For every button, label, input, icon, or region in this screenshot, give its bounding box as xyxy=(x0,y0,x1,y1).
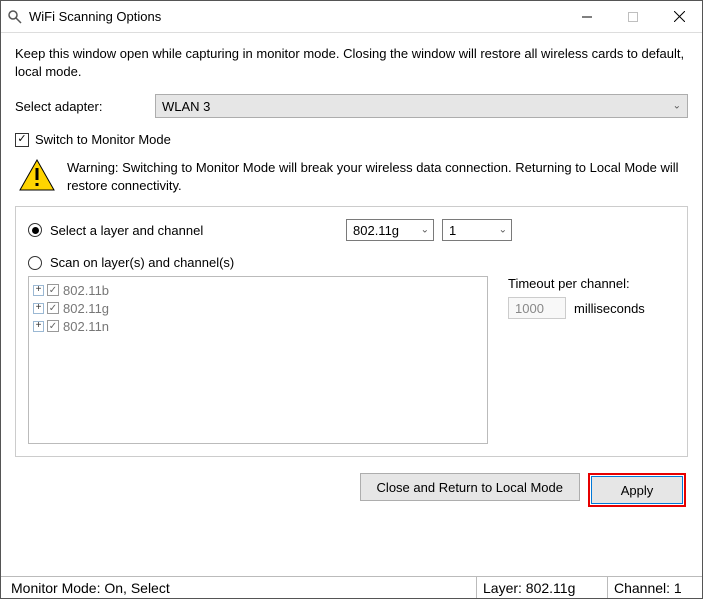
tree-item[interactable]: + ✓ 802.11g xyxy=(33,299,483,317)
adapter-label: Select adapter: xyxy=(15,99,155,114)
scan-config-row: + ✓ 802.11b + ✓ 802.11g + ✓ 802.11n xyxy=(28,276,675,444)
chevron-down-icon: ⌄ xyxy=(673,101,681,112)
radio-select-label: Select a layer and channel xyxy=(50,223,346,238)
timeout-unit: milliseconds xyxy=(574,301,645,316)
status-mode: Monitor Mode: On, Select xyxy=(5,577,176,598)
close-return-label: Close and Return to Local Mode xyxy=(377,480,563,495)
tree-checkbox[interactable]: ✓ xyxy=(47,320,59,332)
chevron-down-icon: ⌄ xyxy=(499,225,507,236)
adapter-select[interactable]: WLAN 3 ⌄ xyxy=(155,94,688,118)
layer-value: 802.11g xyxy=(353,223,399,238)
timeout-label: Timeout per channel: xyxy=(508,276,645,291)
apply-button[interactable]: Apply xyxy=(591,476,683,504)
close-window-button[interactable] xyxy=(656,1,702,33)
tree-item-label: 802.11n xyxy=(63,319,109,334)
expand-icon[interactable]: + xyxy=(33,303,44,314)
help-text: Keep this window open while capturing in… xyxy=(15,45,688,80)
wifi-scanning-window: WiFi Scanning Options Keep this window o… xyxy=(0,0,703,599)
apply-label: Apply xyxy=(621,483,654,498)
adapter-value: WLAN 3 xyxy=(162,99,210,114)
tree-item[interactable]: + ✓ 802.11n xyxy=(33,317,483,335)
expand-icon[interactable]: + xyxy=(33,285,44,296)
button-row: Close and Return to Local Mode Apply xyxy=(15,473,688,507)
tree-checkbox[interactable]: ✓ xyxy=(47,284,59,296)
layer-tree[interactable]: + ✓ 802.11b + ✓ 802.11g + ✓ 802.11n xyxy=(28,276,488,444)
channel-value: 1 xyxy=(449,223,456,238)
warning-row: Warning: Switching to Monitor Mode will … xyxy=(19,159,688,194)
timeout-input: 1000 xyxy=(508,297,566,319)
radio-select-layer[interactable] xyxy=(28,223,42,237)
layer-select[interactable]: 802.11g ⌄ xyxy=(346,219,434,241)
adapter-row: Select adapter: WLAN 3 ⌄ xyxy=(15,94,688,118)
radio-scan-layers[interactable] xyxy=(28,256,42,270)
maximize-button xyxy=(610,1,656,33)
chevron-down-icon: ⌄ xyxy=(421,225,429,236)
monitor-mode-label: Switch to Monitor Mode xyxy=(35,132,171,147)
tree-item[interactable]: + ✓ 802.11b xyxy=(33,281,483,299)
channel-select[interactable]: 1 ⌄ xyxy=(442,219,512,241)
status-channel: Channel: 1 xyxy=(608,577,698,598)
statusbar: Monitor Mode: On, Select Layer: 802.11g … xyxy=(1,576,702,598)
minimize-button[interactable] xyxy=(564,1,610,33)
timeout-block: Timeout per channel: 1000 milliseconds xyxy=(508,276,645,319)
titlebar: WiFi Scanning Options xyxy=(1,1,702,33)
monitor-mode-checkbox[interactable]: ✓ xyxy=(15,133,29,147)
expand-icon[interactable]: + xyxy=(33,321,44,332)
timeout-value: 1000 xyxy=(515,301,544,316)
monitor-mode-checkbox-row: ✓ Switch to Monitor Mode xyxy=(15,132,688,147)
warning-icon xyxy=(19,159,55,191)
window-title: WiFi Scanning Options xyxy=(29,9,161,24)
tree-checkbox[interactable]: ✓ xyxy=(47,302,59,314)
tree-item-label: 802.11b xyxy=(63,283,109,298)
warning-text: Warning: Switching to Monitor Mode will … xyxy=(67,159,688,194)
close-return-button[interactable]: Close and Return to Local Mode xyxy=(360,473,580,501)
radio-select-row: Select a layer and channel 802.11g ⌄ 1 ⌄ xyxy=(28,219,675,241)
status-layer: Layer: 802.11g xyxy=(477,577,607,598)
tree-item-label: 802.11g xyxy=(63,301,109,316)
app-icon xyxy=(7,9,23,25)
options-panel: Select a layer and channel 802.11g ⌄ 1 ⌄… xyxy=(15,206,688,457)
apply-highlight: Apply xyxy=(588,473,686,507)
content-area: Keep this window open while capturing in… xyxy=(1,33,702,576)
radio-scan-label: Scan on layer(s) and channel(s) xyxy=(50,255,234,270)
radio-scan-row: Scan on layer(s) and channel(s) xyxy=(28,255,675,270)
